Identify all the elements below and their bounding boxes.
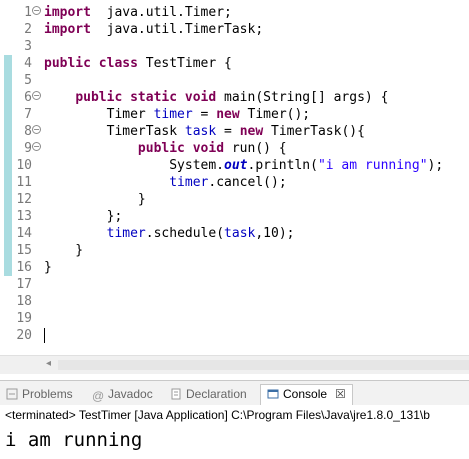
line-number: 18 (16, 294, 32, 309)
quick-diff-marker (4, 106, 12, 123)
code-line[interactable]: 1− import java.util.Timer; (0, 4, 469, 21)
code-text: public class TestTimer { (44, 56, 232, 71)
fold-toggle-icon[interactable]: − (32, 91, 41, 100)
fold-toggle-icon[interactable]: − (32, 125, 41, 134)
tab-console[interactable]: Console ☒ (260, 384, 353, 406)
quick-diff-marker (4, 191, 12, 208)
tab-console-label: Console (283, 387, 328, 401)
code-text: } (44, 192, 146, 207)
quick-diff-marker (4, 123, 12, 140)
code-line[interactable]: 17 (0, 276, 469, 293)
line-number: 15 (16, 243, 32, 258)
quick-diff-marker (4, 242, 12, 259)
line-number: 8 (24, 124, 32, 139)
horizontal-scrollbar[interactable]: ◂ (0, 355, 469, 374)
console-output: i am running (5, 429, 143, 451)
line-number: 9 (24, 141, 32, 156)
code-text: public static void main(String[] args) { (75, 90, 389, 105)
bottom-panel-tabs: Problems @ Javadoc Declaration Console ☒ (0, 380, 469, 406)
code-line[interactable]: 16} (0, 259, 469, 276)
line-number: 4 (24, 56, 32, 71)
code-text: import java.util.TimerTask; (44, 22, 264, 37)
line-number: 7 (24, 107, 32, 122)
quick-diff-marker (4, 157, 12, 174)
line-number: 16 (16, 260, 32, 275)
text-cursor (44, 328, 45, 343)
line-number: 11 (16, 175, 32, 190)
line-number: 20 (16, 328, 32, 343)
code-line[interactable]: 2 import java.util.TimerTask; (0, 21, 469, 38)
tab-javadoc-label: Javadoc (108, 387, 153, 401)
code-line[interactable]: 5 (0, 72, 469, 89)
code-line[interactable]: 9− public void run() { (0, 140, 469, 157)
code-text: System.out.println("i am running"); (44, 158, 444, 173)
line-number: 6 (24, 90, 32, 105)
tab-problems-label: Problems (22, 387, 73, 401)
line-number: 2 (24, 22, 32, 37)
fold-toggle-icon[interactable]: − (32, 142, 41, 151)
line-number: 1 (24, 5, 32, 20)
quick-diff-marker (4, 89, 12, 106)
line-number: 19 (16, 311, 32, 326)
code-line[interactable]: 14 timer.schedule(task,10); (0, 225, 469, 242)
code-text: Timer timer = new Timer(); (44, 107, 311, 122)
quick-diff-marker (4, 140, 12, 157)
quick-diff-marker (4, 225, 12, 242)
line-number: 10 (16, 158, 32, 173)
tab-declaration[interactable]: Declaration (170, 385, 247, 403)
scrollbar-thumb[interactable] (58, 360, 469, 370)
tab-problems[interactable]: Problems (6, 385, 73, 403)
quick-diff-marker (4, 208, 12, 225)
code-line[interactable]: 15 } (0, 242, 469, 259)
code-text: public void run() { (137, 141, 287, 156)
code-line[interactable]: 6− public static void main(String[] args… (0, 89, 469, 106)
line-number: 13 (16, 209, 32, 224)
code-line[interactable]: 20 (0, 327, 469, 344)
line-number: 3 (24, 39, 32, 54)
code-line[interactable]: 8− TimerTask task = new TimerTask(){ (0, 123, 469, 140)
tab-declaration-label: Declaration (186, 387, 247, 401)
code-text: } (44, 260, 52, 275)
code-text: } (44, 243, 84, 258)
line-number: 17 (16, 277, 32, 292)
problems-icon (6, 388, 18, 400)
code-text: import java.util.Timer; (44, 5, 232, 20)
code-editor[interactable]: 1− import java.util.Timer; 2 import java.ut… (0, 0, 469, 355)
code-line[interactable]: 11 timer.cancel(); (0, 174, 469, 191)
code-text: TimerTask task = new TimerTask(){ (44, 124, 365, 139)
line-number: 14 (16, 226, 32, 241)
code-line[interactable]: 10 System.out.println("i am running"); (0, 157, 469, 174)
tab-javadoc[interactable]: @ Javadoc (92, 385, 153, 403)
code-line[interactable]: 13 }; (0, 208, 469, 225)
code-line[interactable]: 7 Timer timer = new Timer(); (0, 106, 469, 123)
line-number: 12 (16, 192, 32, 207)
code-line[interactable]: 12 } (0, 191, 469, 208)
console-icon (267, 389, 279, 399)
quick-diff-marker (4, 55, 12, 72)
code-text: timer.schedule(task,10); (106, 226, 295, 241)
code-line[interactable]: 18 (0, 293, 469, 310)
code-text: timer.cancel(); (169, 175, 287, 190)
code-line[interactable]: 4 public class TestTimer { (0, 55, 469, 72)
scroll-left-icon[interactable]: ◂ (46, 358, 51, 369)
line-number: 5 (24, 73, 32, 88)
javadoc-icon: @ (92, 389, 105, 403)
close-icon[interactable]: ☒ (335, 387, 346, 401)
quick-diff-marker (4, 72, 12, 89)
quick-diff-marker (4, 174, 12, 191)
declaration-icon (171, 388, 181, 400)
code-line[interactable]: 3 (0, 38, 469, 55)
code-text: }; (44, 209, 123, 224)
console-status: <terminated> TestTimer [Java Application… (0, 405, 469, 425)
quick-diff-marker (4, 259, 12, 276)
fold-toggle-icon[interactable]: − (32, 6, 41, 15)
code-line[interactable]: 19 (0, 310, 469, 327)
